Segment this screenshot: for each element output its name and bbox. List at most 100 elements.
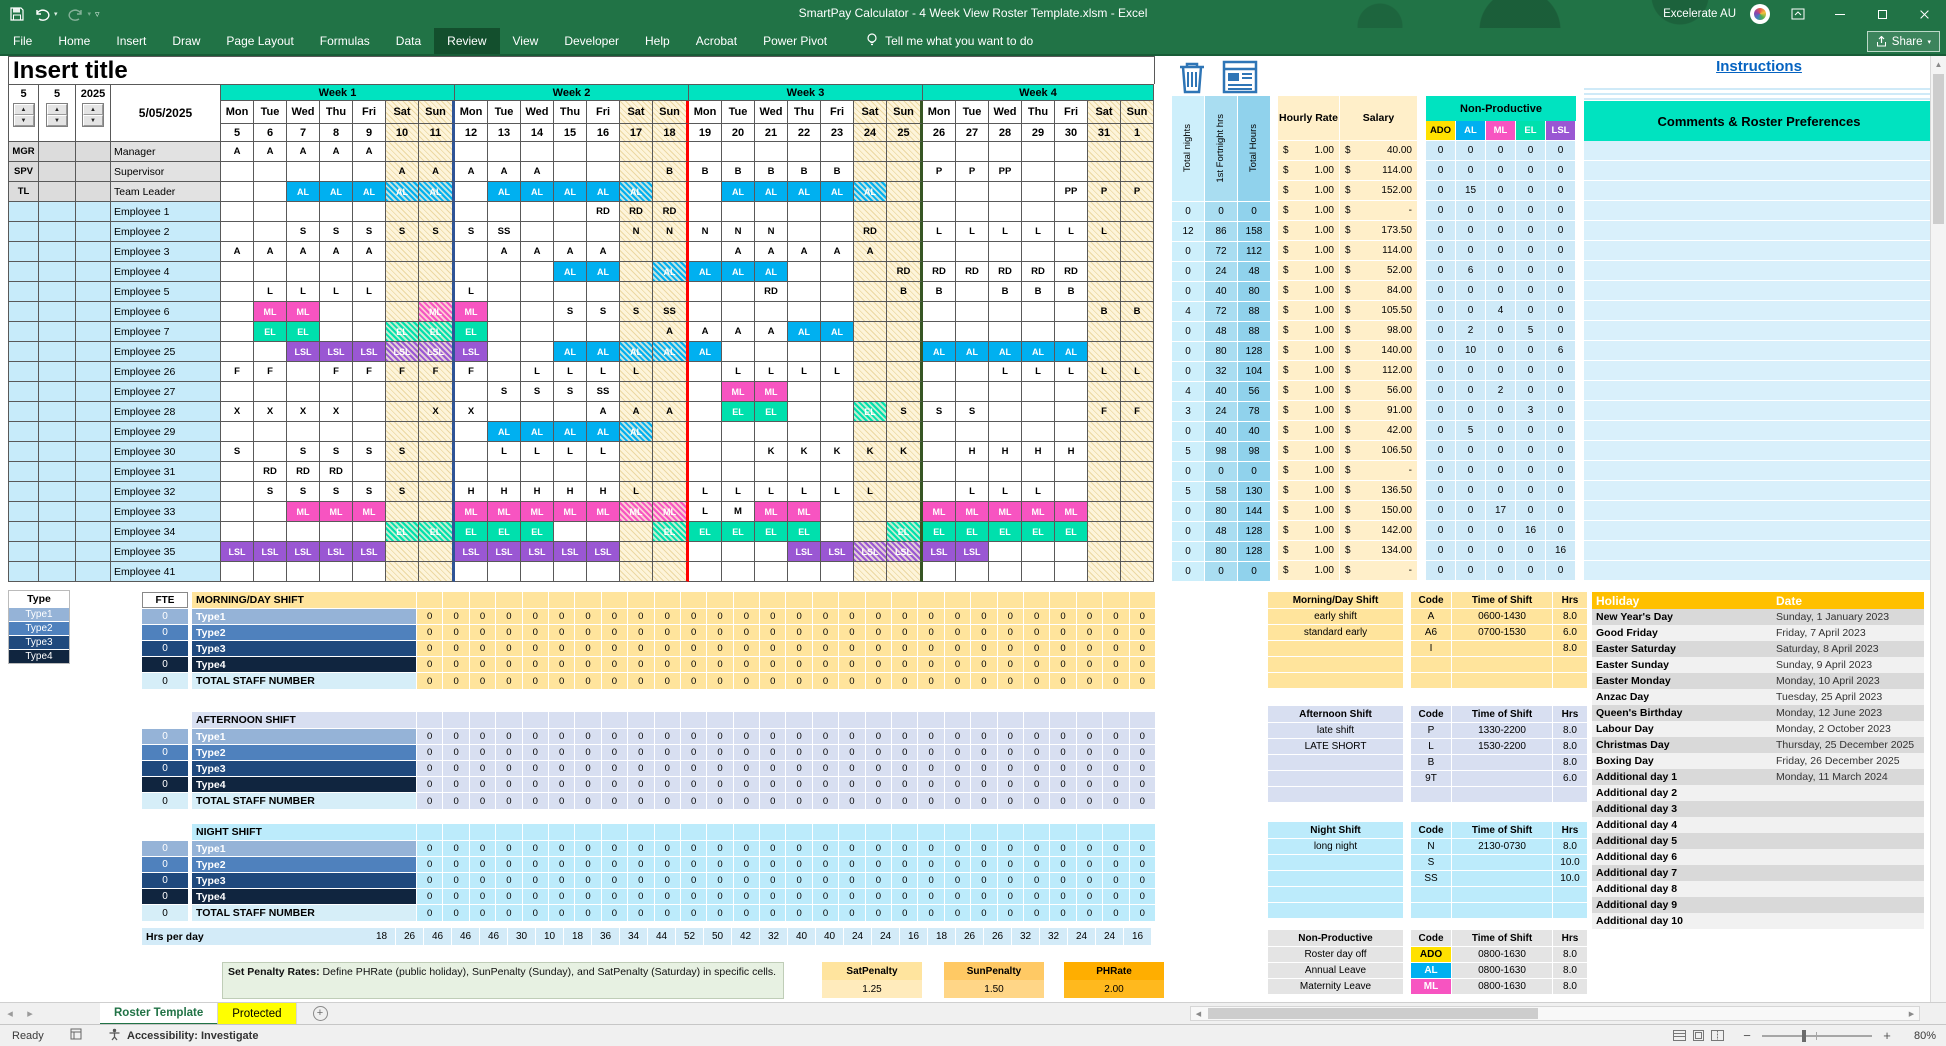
hrs-per-day-value[interactable]: 46 [452,928,480,945]
day-header[interactable]: Sat [854,101,887,124]
hrs-per-day-value[interactable]: 46 [424,928,452,945]
salary-cell[interactable]: $173.50 [1340,221,1418,241]
roster-cell[interactable] [620,242,653,262]
legend-shift-time[interactable]: 2130-0730 [1452,839,1552,854]
roster-cell[interactable]: H [587,482,620,502]
roster-cell[interactable] [989,562,1022,582]
shift-count-cell[interactable]: 0 [628,761,654,776]
nonproductive-value[interactable]: 3 [1516,401,1546,421]
roster-cell[interactable] [1088,202,1121,222]
roster-cell[interactable] [1088,342,1121,362]
shift-count-cell[interactable]: 0 [760,889,786,904]
shift-count-cell[interactable]: 0 [496,793,522,809]
nonproductive-value[interactable]: 4 [1486,301,1516,321]
roster-cell[interactable]: L [689,482,722,502]
legend-shift-name[interactable]: Maternity Leave [1268,979,1403,994]
nonproductive-value[interactable]: 0 [1426,461,1456,481]
roster-cell[interactable]: A [254,142,287,162]
holiday-date[interactable]: Friday, 7 April 2023 [1772,625,1924,641]
roster-cell[interactable] [923,382,956,402]
shift-count-cell[interactable]: 0 [945,777,971,792]
shift-count-cell[interactable]: 0 [1130,841,1156,856]
roster-cell[interactable] [320,162,353,182]
shift-count-cell[interactable]: 0 [1050,729,1076,744]
roster-cell[interactable] [989,182,1022,202]
roster-cell[interactable] [689,382,722,402]
roster-cell[interactable] [221,302,254,322]
shift-count-cell[interactable]: 0 [892,777,918,792]
totals-value[interactable]: 0 [1238,202,1271,222]
row-fte-cell[interactable] [76,502,111,522]
shift-count-cell[interactable]: 0 [681,745,707,760]
shift-count-cell[interactable]: 0 [760,673,786,689]
shift-count-cell[interactable]: 0 [1024,625,1050,640]
roster-cell[interactable] [1121,522,1154,542]
roster-cell[interactable] [989,402,1022,422]
shift-count-cell[interactable]: 0 [1077,609,1103,624]
roster-cell[interactable] [353,302,386,322]
roster-cell[interactable]: L [956,222,989,242]
roster-cell[interactable] [620,322,653,342]
hourly-rate-cell[interactable]: $1.00 [1278,341,1340,361]
shift-count-cell[interactable]: 0 [1077,841,1103,856]
shift-count-cell[interactable]: 0 [760,641,786,656]
date-header[interactable]: 13 [488,124,521,142]
shift-count-cell[interactable]: 0 [417,777,443,792]
shift-count-cell[interactable]: 0 [998,889,1024,904]
roster-cell[interactable]: X [455,402,488,422]
comment-row[interactable] [1584,441,1934,461]
roster-cell[interactable] [821,382,854,402]
totals-value[interactable]: 88 [1238,302,1271,322]
roster-cell[interactable] [419,262,455,282]
shift-count-cell[interactable]: 0 [523,729,549,744]
nonproductive-value[interactable]: 0 [1486,421,1516,441]
shift-count-cell[interactable]: 0 [523,889,549,904]
nonproductive-value[interactable]: 0 [1426,361,1456,381]
roster-cell[interactable] [455,262,488,282]
roster-cell[interactable] [956,202,989,222]
row-type-cell[interactable] [9,362,39,382]
save-icon[interactable] [10,7,24,21]
comment-row[interactable] [1584,241,1934,261]
roster-cell[interactable]: A [521,242,554,262]
nonproductive-value[interactable]: 0 [1516,361,1546,381]
roster-cell[interactable]: H [989,442,1022,462]
roster-cell[interactable]: P [1088,182,1121,202]
roster-cell[interactable] [989,322,1022,342]
shift-count-cell[interactable]: 0 [549,609,575,624]
holiday-name[interactable]: Anzac Day [1592,689,1772,705]
roster-cell[interactable]: PP [1055,182,1088,202]
nonproductive-value[interactable]: 0 [1486,321,1516,341]
shift-count-cell[interactable]: 0 [496,625,522,640]
legend-shift-code[interactable]: I [1411,641,1451,656]
roster-cell[interactable]: AL [722,182,755,202]
roster-cell[interactable] [554,282,587,302]
holiday-name[interactable]: Easter Saturday [1592,641,1772,657]
shift-count-cell[interactable]: 0 [681,761,707,776]
nonproductive-value[interactable]: 5 [1456,421,1486,441]
shift-count-cell[interactable]: 0 [839,729,865,744]
roster-cell[interactable] [320,322,353,342]
row-type-cell[interactable] [9,562,39,582]
shift-count-cell[interactable]: 0 [760,745,786,760]
roster-cell[interactable] [488,562,521,582]
date-header[interactable]: 17 [620,124,653,142]
roster-cell[interactable]: L [620,362,653,382]
row-fte-cell[interactable] [76,182,111,202]
shift-count-cell[interactable]: 0 [998,745,1024,760]
nonproductive-value[interactable]: 0 [1426,481,1456,501]
salary-cell[interactable]: $56.00 [1340,381,1418,401]
comment-row[interactable] [1584,381,1934,401]
shift-count-cell[interactable]: 0 [813,873,839,888]
nonproductive-value[interactable]: 0 [1546,161,1576,181]
shift-count-cell[interactable]: 0 [575,761,601,776]
comment-row[interactable] [1584,281,1934,301]
roster-cell[interactable]: ML [620,502,653,522]
shift-count-cell[interactable]: 0 [734,873,760,888]
comment-row[interactable] [1584,521,1934,541]
shift-count-cell[interactable]: 0 [470,625,496,640]
roster-cell[interactable]: AL [419,182,455,202]
row-ptft-cell[interactable] [39,362,76,382]
roster-cell[interactable]: S [587,302,620,322]
row-type-cell[interactable] [9,382,39,402]
